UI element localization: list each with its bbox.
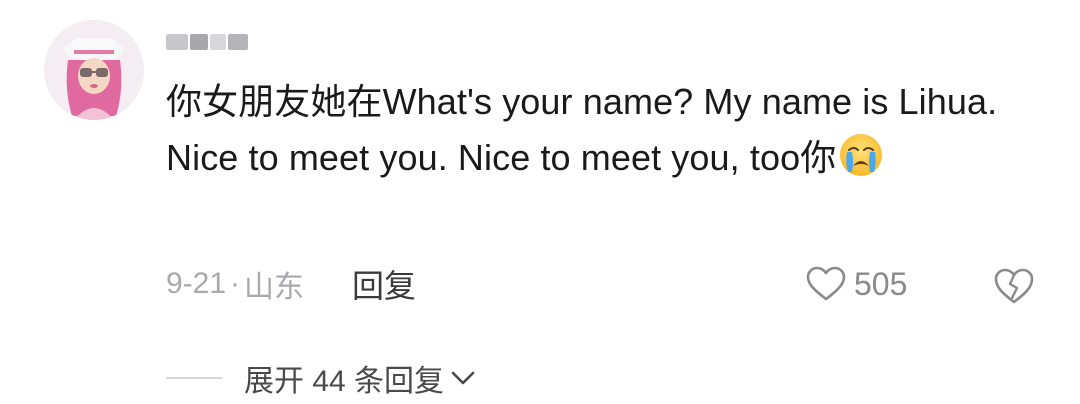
chevron-down-icon — [451, 371, 475, 385]
broken-heart-icon — [994, 268, 1034, 304]
meta-separator: · — [230, 267, 241, 300]
reply-button[interactable]: 回复 — [352, 261, 416, 307]
loudly-crying-face-icon — [840, 134, 883, 176]
expand-replies-label: 展开 44 条回复 — [244, 365, 445, 398]
username-blurred[interactable] — [166, 30, 248, 52]
avatar[interactable] — [44, 20, 144, 120]
expand-replies-button[interactable]: 展开 44 条回复 — [166, 356, 476, 400]
heart-icon — [806, 266, 846, 301]
comment-item: 你女朋友她在What's your name? My name is Lihua… — [0, 0, 1080, 404]
dislike-button[interactable] — [994, 266, 1034, 306]
comment-meta: 9-21 · 山东 回复 — [166, 262, 416, 306]
like-count: 505 — [854, 265, 908, 302]
comment-text: 你女朋友她在What's your name? My name is Lihua… — [166, 74, 1046, 186]
comment-location: 山东 — [244, 271, 305, 304]
avatar-image — [44, 20, 144, 120]
comment-date: 9-21 — [166, 267, 227, 300]
divider-line — [166, 377, 222, 379]
like-button[interactable]: 505 — [806, 262, 907, 306]
